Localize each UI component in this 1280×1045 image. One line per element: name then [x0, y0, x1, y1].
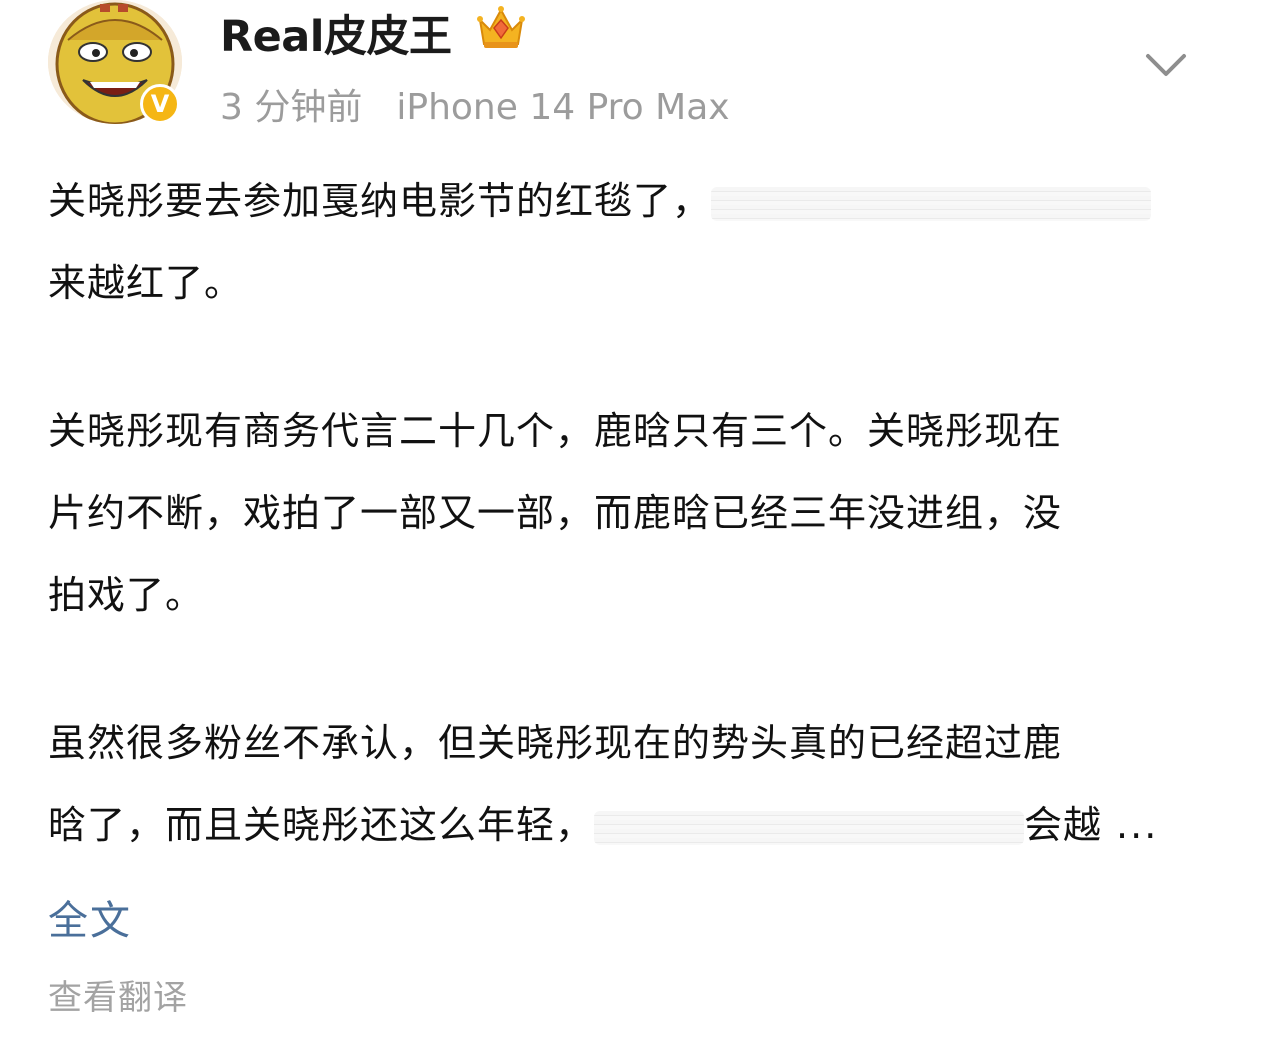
username[interactable]: Real皮皮王 [220, 2, 452, 64]
chevron-down-icon[interactable] [1144, 50, 1188, 80]
post-device: iPhone 14 Pro Max [396, 87, 730, 128]
text-line: 拍戏了。 [48, 573, 205, 617]
post-time: 3 分钟前 [220, 87, 363, 128]
text-line: 关晓彤要去参加戛纳电影节的红毯了， [48, 160, 1238, 242]
text-line: 来越红了。 [48, 261, 244, 305]
text-line: 片约不断，戏拍了一部又一部，而鹿晗已经三年没进组，没 [48, 491, 1063, 535]
translate-link[interactable]: 查看翻译 [48, 970, 188, 1019]
full-text-link[interactable]: 全文 [48, 888, 132, 946]
verified-badge-icon: V [140, 84, 180, 124]
text-line: 关晓彤现有商务代言二十几个，鹿晗只有三个。关晓彤现在 [48, 409, 1063, 453]
ellipsis: ... [1116, 803, 1159, 847]
paragraph-3: 虽然很多粉丝不承认，但关晓彤现在的势头真的已经超过鹿 晗了，而且关晓彤还这么年轻… [48, 702, 1238, 866]
paragraph-2: 关晓彤现有商务代言二十几个，鹿晗只有三个。关晓彤现在 片约不断，戏拍了一部又一部… [48, 390, 1238, 636]
redacted-text [711, 186, 1152, 221]
text-line: 晗了，而且关晓彤还这么年轻， 会越... [48, 803, 1159, 847]
post-meta: 3 分钟前 iPhone 14 Pro Max [220, 78, 730, 130]
post-body: 关晓彤要去参加戛纳电影节的红毯了， 来越红了。 关晓彤现有商务代言二十几个，鹿晗… [48, 160, 1238, 866]
redacted-text [594, 810, 1025, 845]
text-line: 虽然很多粉丝不承认，但关晓彤现在的势头真的已经超过鹿 [48, 721, 1063, 765]
crown-icon [477, 6, 525, 48]
paragraph-1: 关晓彤要去参加戛纳电影节的红毯了， 来越红了。 [48, 160, 1238, 324]
